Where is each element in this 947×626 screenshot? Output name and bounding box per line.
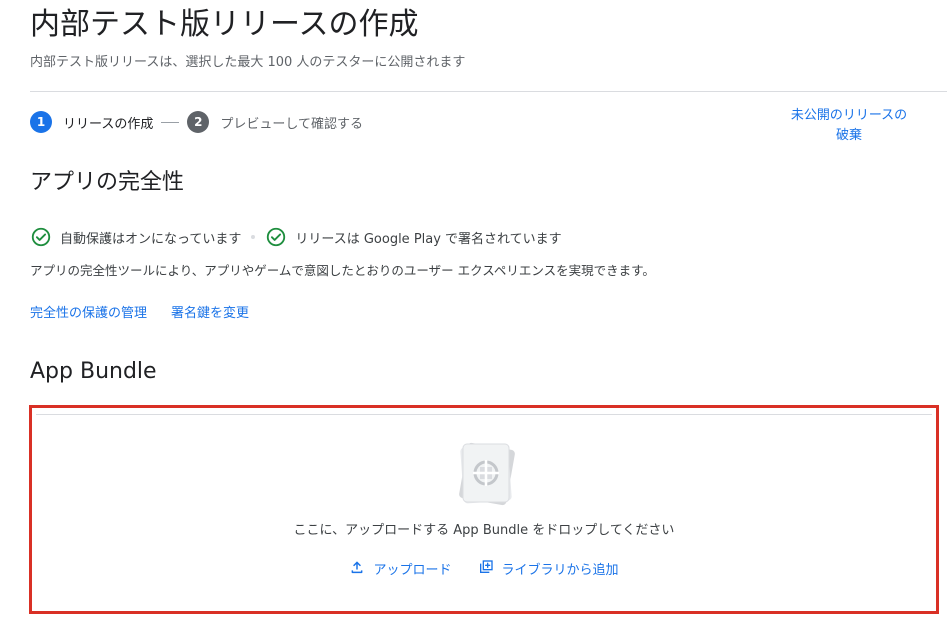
app-integrity-title: アプリの完全性: [30, 170, 185, 195]
step-2-label: プレビューして確認する: [220, 116, 363, 132]
upload-icon: [349, 559, 373, 582]
step-connector: [161, 121, 180, 123]
dropzone-divider: [36, 414, 932, 415]
page-subtitle: 内部テスト版リリースは、選択した最大 100 人のテスターに公開されます: [30, 55, 466, 70]
add-from-library-label: ライブラリから追加: [501, 562, 619, 578]
release-stepper: 1 リリースの作成 2 プレビューして確認する: [30, 110, 363, 134]
discard-unpublished-release-link[interactable]: 未公開のリリースの 破棄: [779, 106, 919, 146]
play-signing-status: リリースは Google Play で署名されています: [295, 231, 562, 247]
check-circle-icon: [30, 226, 52, 248]
upload-button[interactable]: アップロード: [349, 559, 452, 582]
auto-protection-status: 自動保護はオンになっています: [60, 231, 242, 247]
check-circle-icon: [265, 226, 287, 248]
integrity-status-row: 自動保護はオンになっています リリースは Google Play で署名されてい…: [30, 225, 562, 249]
create-internal-test-release-page: 内部テスト版リリースの作成 内部テスト版リリースは、選択した最大 100 人のテ…: [0, 0, 947, 626]
app-bundle-title: App Bundle: [30, 359, 157, 384]
status-separator: [251, 235, 256, 239]
app-bundle-file-icon: [453, 438, 519, 510]
dropzone-instruction: ここに、アップロードする App Bundle をドロップしてください: [293, 523, 675, 538]
step-1-number: 1: [30, 111, 52, 133]
upload-label: アップロード: [373, 562, 452, 578]
library-add-icon: [478, 559, 502, 582]
discard-link-line-1: 未公開のリリースの: [790, 108, 908, 123]
app-bundle-dropzone[interactable]: ここに、アップロードする App Bundle をドロップしてください アップロ…: [29, 405, 939, 614]
step-1-label: リリースの作成: [63, 116, 154, 132]
integrity-description: アプリの完全性ツールにより、アプリやゲームで意図したとおりのユーザー エクスペリ…: [30, 263, 655, 278]
manage-integrity-protection-link[interactable]: 完全性の保護の管理: [30, 304, 147, 324]
change-signing-key-link[interactable]: 署名鍵を変更: [171, 304, 249, 324]
page-title: 内部テスト版リリースの作成: [30, 7, 419, 42]
step-2-number: 2: [187, 111, 210, 133]
discard-link-line-2: 破棄: [835, 128, 862, 143]
integrity-links: 完全性の保護の管理 署名鍵を変更: [30, 304, 249, 324]
add-from-library-button[interactable]: ライブラリから追加: [478, 559, 619, 582]
header-divider: [30, 91, 947, 92]
dropzone-actions: アップロード ライブラリから追加: [32, 559, 936, 582]
